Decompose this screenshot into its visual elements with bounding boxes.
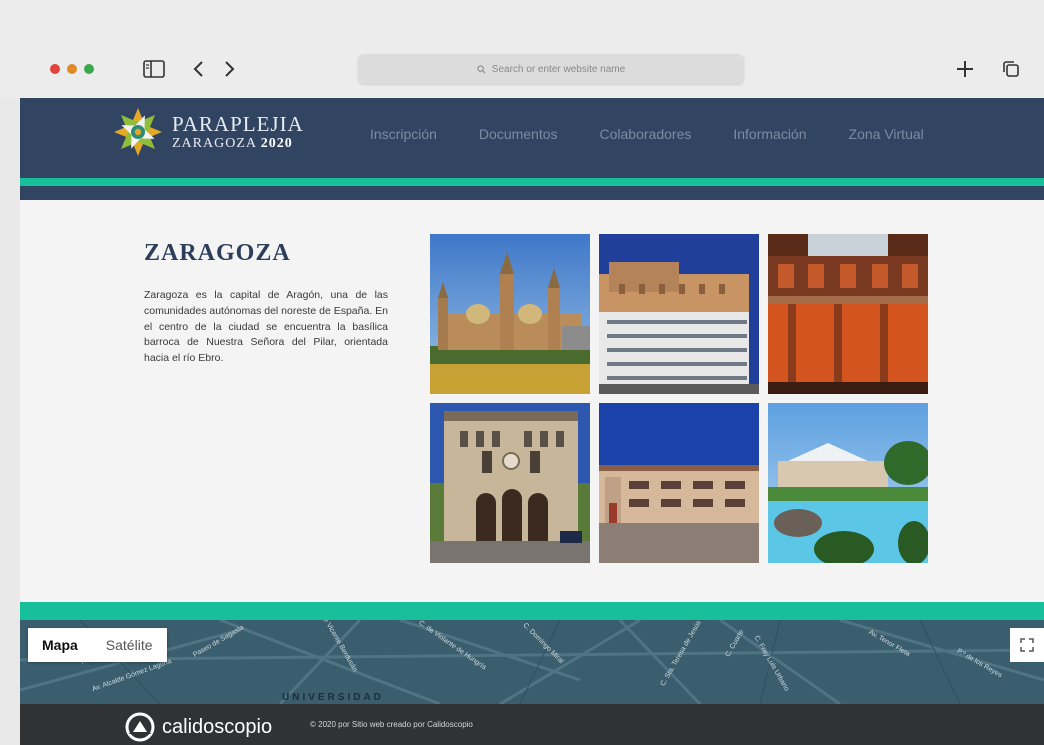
search-icon [477, 64, 486, 73]
browser-toolbar: Search or enter website name [0, 0, 1044, 98]
photo-courtyard[interactable] [768, 234, 928, 394]
plus-icon [957, 61, 973, 77]
zoom-window-button[interactable] [84, 64, 94, 74]
address-bar[interactable]: Search or enter website name [358, 54, 744, 84]
chevron-left-icon [193, 61, 203, 77]
new-tab-button[interactable] [952, 56, 978, 82]
fullscreen-icon [1020, 638, 1034, 652]
page-title: ZARAGOZA [144, 240, 291, 266]
footer-copyright: © 2020 por Sitio web creado por Calidosc… [310, 720, 473, 729]
footer-brand-name: calidoscopio [162, 715, 273, 738]
close-window-button[interactable] [50, 64, 60, 74]
main-navigation: Inscripción Documentos Colaboradores Inf… [370, 126, 924, 142]
map-accent-stripe [20, 602, 1044, 620]
logo-city: ZARAGOZA [172, 135, 257, 151]
photo-gallery [430, 234, 928, 563]
header-accent-stripe [20, 178, 1044, 186]
map-district-label: UNIVERSIDAD [282, 692, 384, 703]
map-type-satellite-button[interactable]: Satélite [92, 637, 167, 653]
map-type-toggle: Mapa Satélite [28, 628, 167, 662]
nav-item-inscripcion[interactable]: Inscripción [370, 126, 437, 142]
nav-item-documentos[interactable]: Documentos [479, 126, 558, 142]
map-fullscreen-button[interactable] [1010, 628, 1044, 662]
site-logo[interactable]: PARAPLEJIA ZARAGOZA 2020 [112, 106, 304, 158]
address-placeholder: Search or enter website name [491, 63, 626, 75]
map-type-map-button[interactable]: Mapa [28, 637, 92, 653]
photo-basilica-pilar[interactable] [430, 234, 590, 394]
embedded-map[interactable]: Av. Alcalde Gómez Laguna Av. Luis Bermúd… [20, 620, 1044, 704]
header-bottom-band [20, 186, 1044, 200]
photo-university-facade[interactable] [430, 403, 590, 563]
footer-brand-logo[interactable]: calidoscopio [124, 712, 272, 742]
website: PARAPLEJIA ZARAGOZA 2020 Inscripción Doc… [20, 98, 1044, 745]
photo-long-building[interactable] [599, 403, 759, 563]
tabs-icon [1003, 61, 1019, 77]
star-logo-icon [114, 108, 162, 156]
sidebar-icon [143, 60, 165, 78]
logo-wordmark: PARAPLEJIA ZARAGOZA 2020 [172, 111, 304, 151]
forward-button[interactable] [220, 56, 240, 82]
tab-overview-button[interactable] [998, 56, 1024, 82]
photo-pool-garden[interactable] [768, 403, 928, 563]
back-button[interactable] [188, 56, 208, 82]
logo-year: 2020 [260, 135, 293, 151]
nav-item-informacion[interactable]: Información [733, 126, 806, 142]
nav-item-zona-virtual[interactable]: Zona Virtual [849, 126, 924, 142]
window-controls [50, 64, 94, 74]
site-footer: calidoscopio © 2020 por Sitio web creado… [20, 704, 1044, 745]
photo-modern-building[interactable] [599, 234, 759, 394]
logo-subtitle: ZARAGOZA 2020 [172, 135, 304, 151]
sidebar-toggle-button[interactable] [142, 56, 166, 82]
site-header: PARAPLEJIA ZARAGOZA 2020 Inscripción Doc… [20, 98, 1044, 178]
calidoscopio-logo-icon [125, 712, 155, 742]
logo-title: PARAPLEJIA [172, 111, 304, 136]
intro-paragraph: Zaragoza es la capital de Aragón, una de… [144, 289, 388, 364]
nav-item-colaboradores[interactable]: Colaboradores [600, 126, 692, 142]
minimize-window-button[interactable] [67, 64, 77, 74]
chevron-right-icon [225, 61, 235, 77]
